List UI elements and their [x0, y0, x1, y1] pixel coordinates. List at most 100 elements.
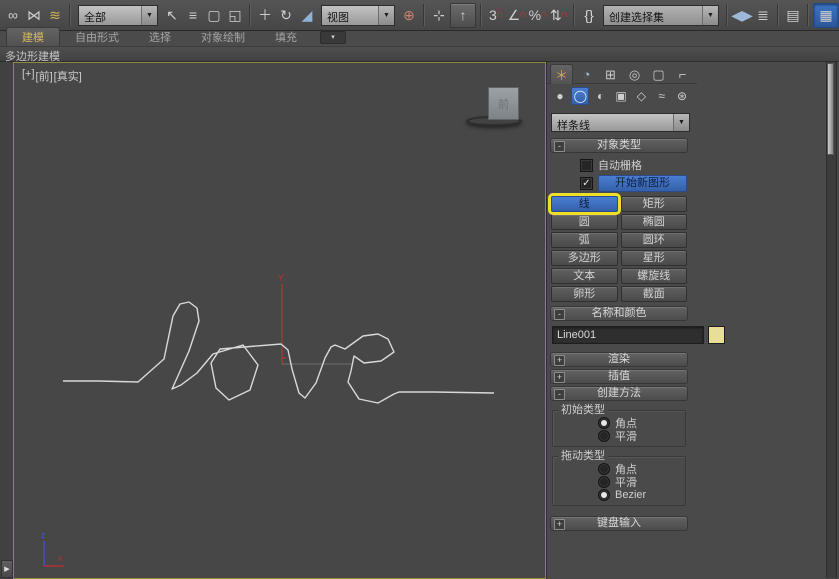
- layer-manager-icon[interactable]: ▤: [783, 4, 803, 27]
- scrollbar-thumb[interactable]: [827, 63, 834, 155]
- object-name-input[interactable]: [552, 326, 704, 344]
- viewport-canvas: Y z x: [41, 273, 495, 567]
- align-icon[interactable]: ≣: [753, 4, 773, 27]
- cameras-category[interactable]: ▣: [612, 87, 630, 105]
- donut-button[interactable]: 圆环: [620, 232, 687, 248]
- circle-button[interactable]: 圆: [551, 214, 618, 230]
- geometry-category[interactable]: ●: [551, 87, 569, 105]
- initial-type-smooth-radio[interactable]: 平滑: [553, 429, 685, 443]
- name-color-rollout-header[interactable]: - 名称和颜色: [550, 306, 688, 321]
- bind-to-space-warp-icon[interactable]: ≋: [45, 4, 65, 27]
- command-panel-tabs: ＊ ◔ ⊞ ◎ ▢ ⌐: [550, 62, 693, 84]
- mirror-icon[interactable]: ◀▶: [731, 4, 753, 27]
- arc-button[interactable]: 弧: [551, 232, 618, 248]
- love-spline: [63, 301, 495, 404]
- main-toolbar: ∞ ⋈ ≋ 全部 ▼ ↖ ≡ ▢ ◱ ＋ ↻ ◢ 视图 ▼ ⊕ ⊹ ↑ 3 ∩ ∠ ∩% ∩ ⇅ ∩ {} …: [0, 0, 839, 31]
- select-and-rotate-icon[interactable]: ↻: [276, 4, 296, 27]
- display-tab[interactable]: ▢: [648, 65, 669, 84]
- interpolation-rollout-header[interactable]: + 插值: [550, 369, 688, 384]
- text-button[interactable]: 文本: [551, 268, 618, 284]
- collapse-icon[interactable]: -: [554, 389, 565, 400]
- edit-named-selection-sets-icon[interactable]: {}: [579, 4, 599, 27]
- command-panel-scrollbar[interactable]: [826, 62, 837, 578]
- reference-coordinate-combo[interactable]: 视图 ▼: [321, 4, 395, 26]
- select-object-icon[interactable]: ↖: [162, 4, 182, 27]
- use-pivot-point-center-icon[interactable]: ⊕: [399, 4, 419, 27]
- chevron-down-icon[interactable]: ▼: [141, 5, 157, 25]
- ribbon-toggle-icon[interactable]: ▦: [813, 2, 839, 28]
- drag-type-bezier-radio[interactable]: Bezier: [553, 488, 685, 501]
- y-axis-label: Y: [278, 273, 284, 283]
- radio-dot: [598, 462, 610, 475]
- ribbon-tab-freeform[interactable]: 自由形式: [60, 28, 134, 46]
- drag-type-smooth-radio[interactable]: 平滑: [553, 475, 685, 489]
- selection-filter-combo[interactable]: 全部 ▼: [78, 4, 158, 26]
- creation-method-rollout-header[interactable]: - 创建方法: [550, 386, 688, 401]
- toolbar-separator: [573, 4, 575, 26]
- rectangle-button[interactable]: 矩形: [620, 196, 687, 212]
- expand-icon[interactable]: +: [554, 519, 565, 530]
- ribbon-minimize-button[interactable]: ▾: [320, 31, 346, 44]
- ellipse-button[interactable]: 椭圆: [620, 214, 687, 230]
- chevron-down-icon[interactable]: ▼: [702, 5, 718, 25]
- viewport-menu-general[interactable]: [+]: [22, 68, 35, 84]
- select-by-name-icon[interactable]: ≡: [183, 4, 203, 27]
- snap-toggle-3d-icon[interactable]: 3 ∩: [486, 4, 506, 27]
- expand-panel-button[interactable]: ▶: [1, 560, 13, 578]
- viewcube-front-face[interactable]: 前: [488, 87, 519, 120]
- ribbon-tab-modeling[interactable]: 建模: [6, 27, 60, 46]
- select-and-link-icon[interactable]: ∞: [3, 4, 23, 27]
- start-new-shape-button[interactable]: 开始新图形: [598, 175, 687, 192]
- motion-tab[interactable]: ◎: [624, 65, 645, 84]
- viewport-menu-view[interactable]: [前]: [36, 68, 53, 84]
- space-warps-category[interactable]: ≈: [653, 87, 671, 105]
- rectangular-selection-region-icon[interactable]: ▢: [204, 4, 224, 27]
- select-and-manipulate-icon[interactable]: ⊹: [429, 4, 449, 27]
- section-button[interactable]: 截面: [620, 286, 687, 302]
- autogrid-checkbox[interactable]: [580, 158, 593, 172]
- ribbon-tab-object-paint[interactable]: 对象绘制: [186, 28, 260, 46]
- ribbon-panel-polygon-modeling[interactable]: 多边形建模: [0, 47, 839, 63]
- select-and-move-icon[interactable]: ＋: [255, 4, 275, 27]
- spinner-snap-icon[interactable]: ⇅ ∩: [549, 4, 569, 27]
- select-and-scale-icon[interactable]: ◢: [297, 4, 317, 27]
- object-type-rollout-header[interactable]: - 对象类型: [550, 138, 688, 153]
- helpers-category[interactable]: ◇: [632, 87, 650, 105]
- keyboard-shortcut-override-icon[interactable]: ↑: [450, 2, 476, 28]
- shape-category-combo[interactable]: 样条线 ▼: [551, 113, 690, 132]
- shapes-category[interactable]: ◯: [571, 87, 590, 105]
- front-viewport[interactable]: [+] [前] [真实] Y z x 前: [13, 62, 546, 579]
- percent-snap-icon[interactable]: % ∩: [528, 4, 548, 27]
- start-new-shape-checkbox[interactable]: ✓: [580, 177, 593, 190]
- unlink-selection-icon[interactable]: ⋈: [24, 4, 44, 27]
- color-swatch[interactable]: [708, 326, 725, 344]
- expand-icon[interactable]: +: [554, 355, 565, 366]
- modify-tab[interactable]: ◔: [576, 65, 597, 84]
- viewcube[interactable]: 前: [466, 87, 524, 129]
- ribbon-tab-selection[interactable]: 选择: [134, 28, 186, 46]
- angle-snap-icon[interactable]: ∠ ∩: [507, 4, 527, 27]
- radio-dot: [598, 429, 610, 442]
- expand-icon[interactable]: +: [554, 372, 565, 383]
- line-button[interactable]: 线: [548, 193, 621, 215]
- collapse-icon[interactable]: -: [554, 141, 565, 152]
- systems-category[interactable]: ⊛: [673, 87, 691, 105]
- lights-category[interactable]: ◐: [592, 87, 610, 105]
- collapse-icon[interactable]: -: [554, 309, 565, 320]
- chevron-down-icon[interactable]: ▼: [673, 114, 689, 131]
- ngon-button[interactable]: 多边形: [551, 250, 618, 266]
- create-tab[interactable]: ＊: [550, 64, 573, 84]
- window-crossing-icon[interactable]: ◱: [225, 4, 245, 27]
- named-selection-sets-combo[interactable]: 创建选择集 ▼: [603, 4, 719, 26]
- rendering-rollout-header[interactable]: + 渲染: [550, 352, 688, 367]
- left-dock-strip: ▶: [0, 62, 13, 579]
- chevron-down-icon[interactable]: ▼: [378, 5, 394, 25]
- star-button[interactable]: 星形: [620, 250, 687, 266]
- keyboard-entry-rollout-header[interactable]: + 键盘输入: [550, 516, 688, 531]
- viewport-menu-shading[interactable]: [真实]: [54, 68, 82, 84]
- egg-button[interactable]: 卵形: [551, 286, 618, 302]
- utilities-tab[interactable]: ⌐: [672, 65, 693, 84]
- helix-button[interactable]: 螺旋线: [620, 268, 687, 284]
- hierarchy-tab[interactable]: ⊞: [600, 65, 621, 84]
- ribbon-tab-populate[interactable]: 填充: [260, 28, 312, 46]
